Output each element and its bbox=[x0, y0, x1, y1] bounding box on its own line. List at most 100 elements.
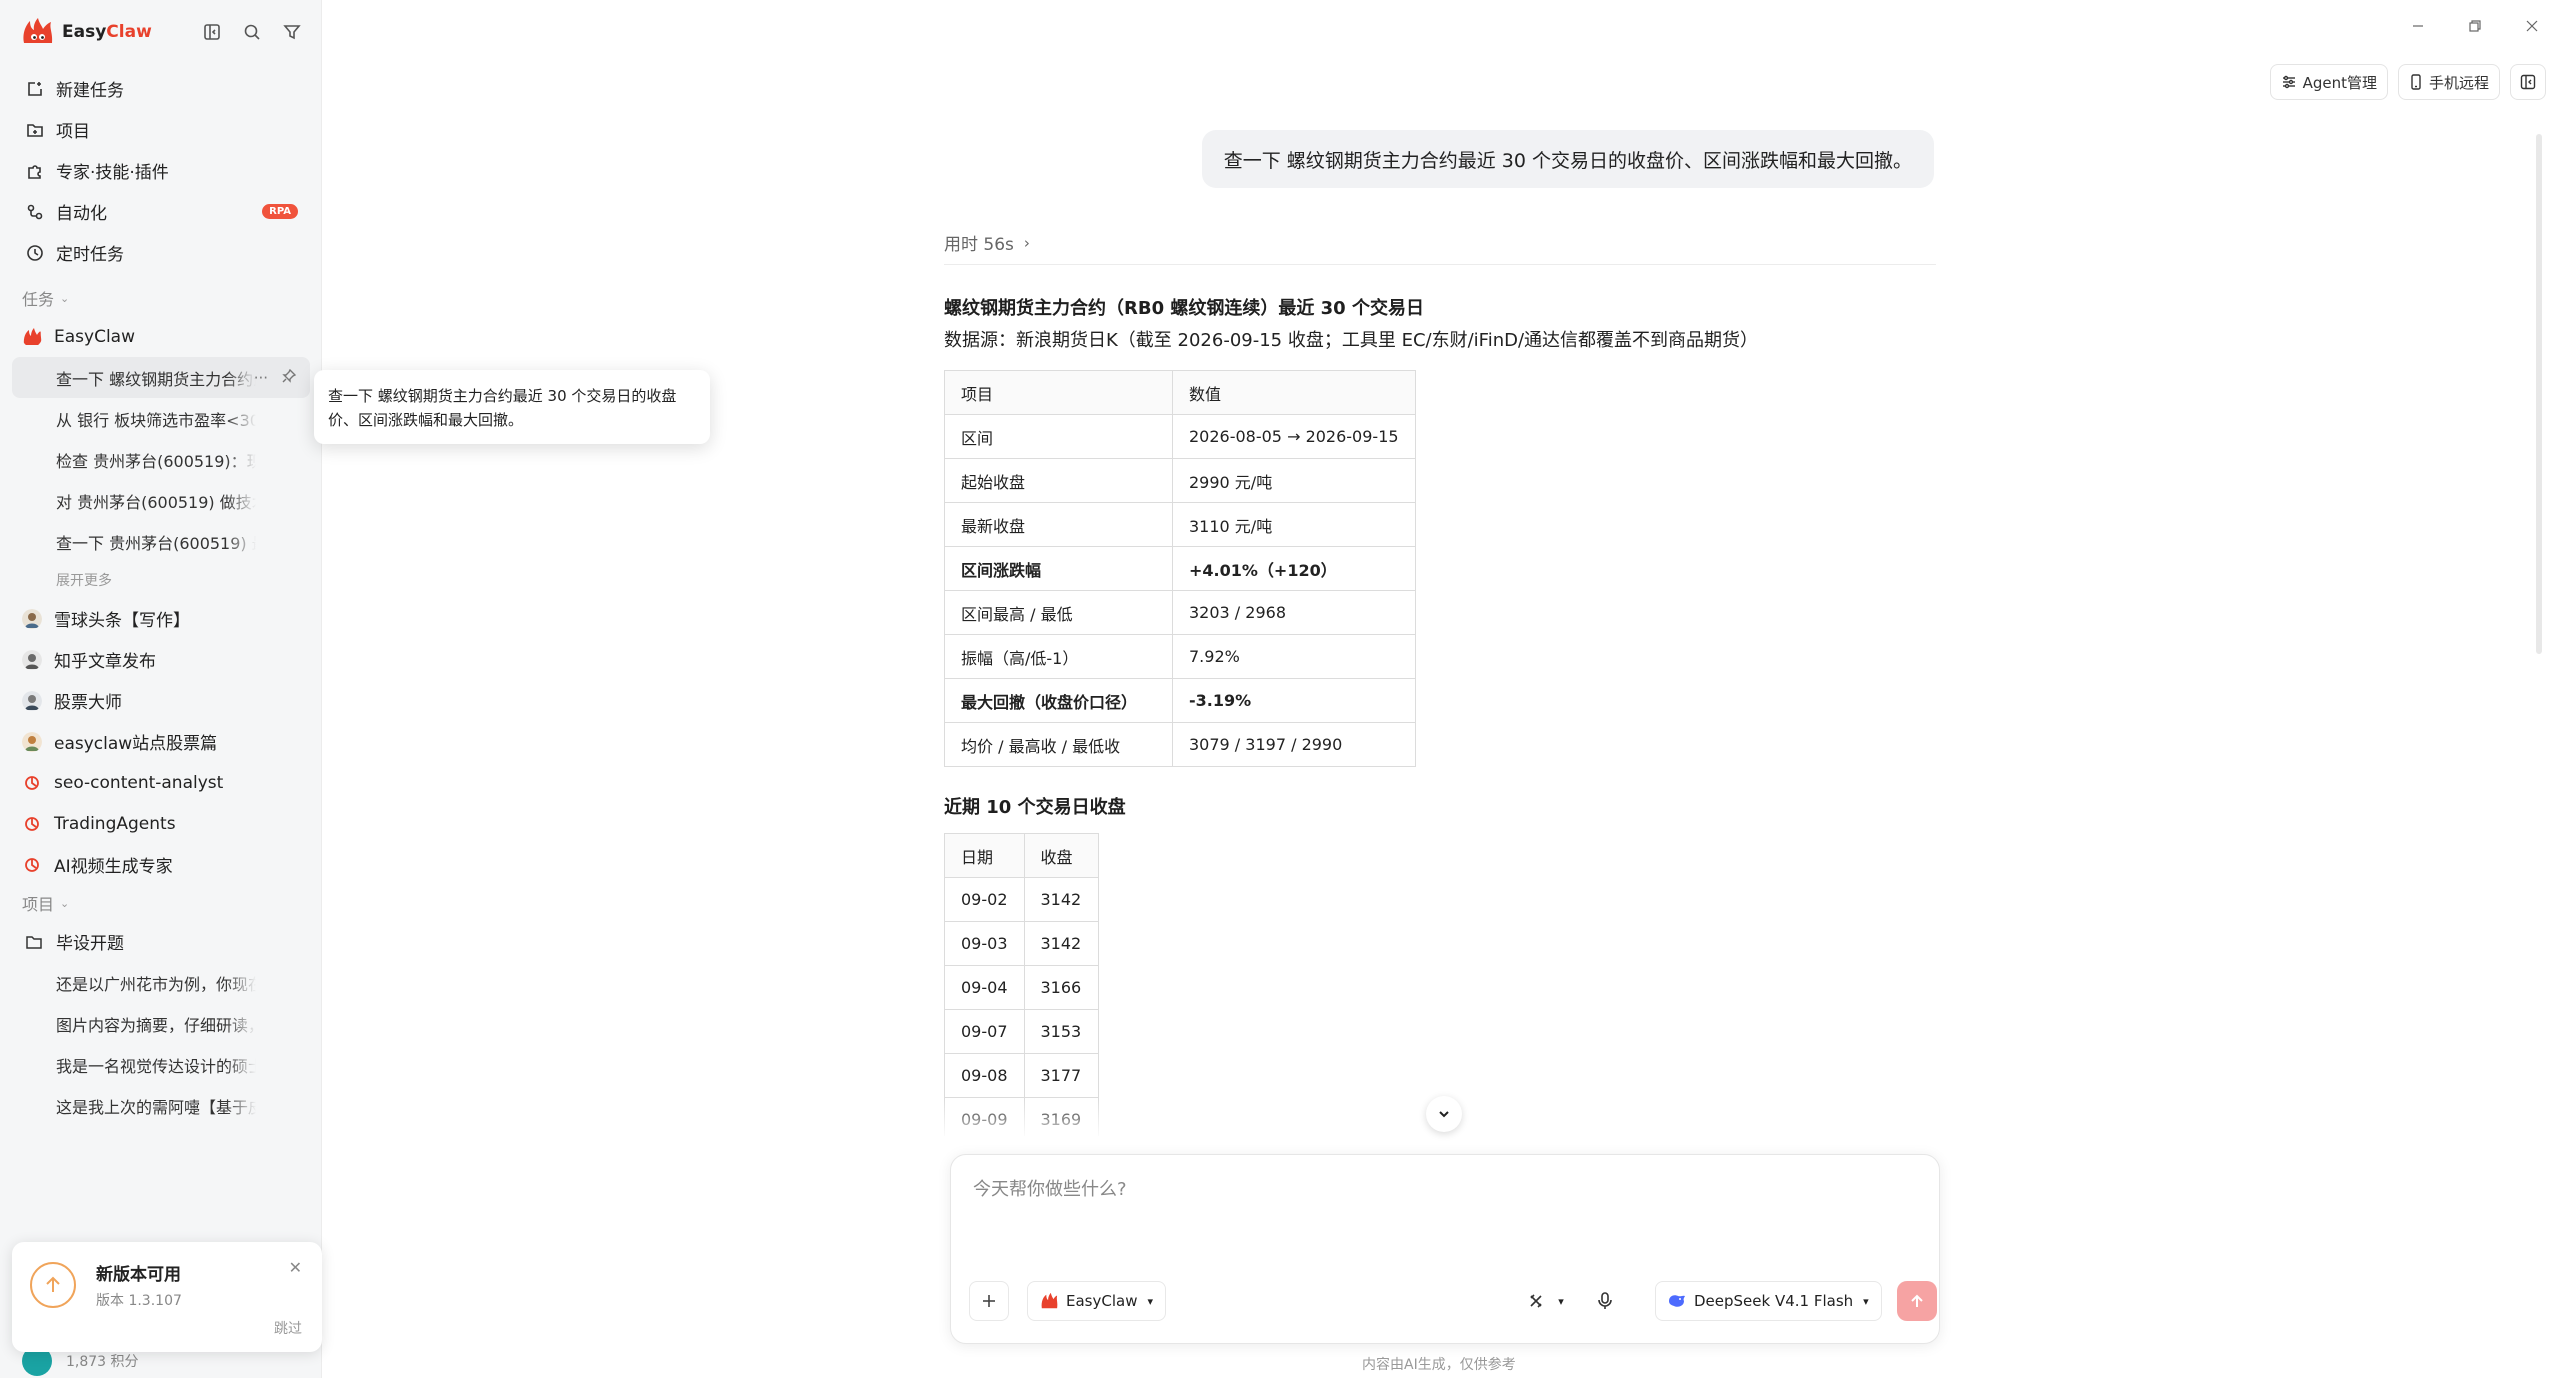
table-header-cell: 数值 bbox=[1172, 370, 1416, 415]
project-folder[interactable]: 毕设开题 bbox=[12, 921, 310, 962]
recent-closes-table: 日期 收盘 09-02 3142 09-03 3142 09-04 3166 0… bbox=[944, 833, 1099, 1136]
task-title: 图片内容为摘要，仔细研读，仿照 bbox=[56, 1015, 256, 1035]
agent-easyclaw[interactable]: EasyClaw bbox=[12, 316, 310, 357]
phone-remote-button[interactable]: 手机远程 bbox=[2397, 64, 2500, 100]
table-cell: 3166 bbox=[1023, 965, 1099, 1010]
chevron-down-icon: ⌄ bbox=[60, 291, 70, 305]
table-row: 09-08 3177 bbox=[944, 1053, 1099, 1098]
table-row: 最新收盘 3110 元/吨 bbox=[944, 502, 1416, 547]
update-version: 版本 1.3.107 bbox=[96, 1293, 182, 1309]
close-icon[interactable]: ✕ bbox=[289, 1258, 302, 1277]
deepseek-logo-icon bbox=[1668, 1293, 1686, 1309]
send-button[interactable] bbox=[1897, 1281, 1937, 1321]
microphone-icon bbox=[1598, 1292, 1612, 1309]
more-icon[interactable]: ··· bbox=[254, 369, 268, 387]
projects-section-toggle[interactable]: 项目 ⌄ bbox=[12, 885, 310, 921]
table-row: 09-07 3153 bbox=[944, 1009, 1099, 1054]
nav-label: 自动化 bbox=[56, 204, 107, 224]
add-attachment-button[interactable] bbox=[969, 1281, 1009, 1321]
chevron-down-icon: ▾ bbox=[1558, 1294, 1564, 1308]
nav-experts[interactable]: 专家·技能·插件 bbox=[12, 150, 310, 191]
person-avatar-icon bbox=[22, 608, 42, 629]
brand[interactable]: EasyClaw bbox=[20, 16, 152, 48]
agent-item[interactable]: AI视频生成专家 bbox=[12, 844, 310, 885]
agent-item[interactable]: seo-content-analyst bbox=[12, 762, 310, 803]
person-avatar-icon bbox=[22, 690, 42, 711]
filter-icon[interactable] bbox=[280, 20, 304, 44]
task-item[interactable]: 对 贵州茅台(600519) 做技术分析 bbox=[12, 480, 310, 521]
table-cell: -3.19% bbox=[1172, 678, 1416, 723]
table-cell: 区间涨跌幅 bbox=[944, 546, 1173, 591]
project-task-item[interactable]: 这是我上次的需阿嚏【基于皮尔斯 bbox=[12, 1085, 310, 1126]
toggle-panel-icon[interactable] bbox=[2510, 64, 2546, 100]
table-row: 均价 / 最高收 / 最低收 3079 / 3197 / 2990 bbox=[944, 722, 1416, 767]
project-name: 毕设开题 bbox=[56, 934, 124, 954]
table-cell: 3142 bbox=[1023, 921, 1099, 966]
table-cell: 09-07 bbox=[944, 1009, 1025, 1054]
sidebar-toolbar bbox=[200, 20, 304, 44]
plus-icon bbox=[983, 1295, 995, 1307]
automation-icon bbox=[24, 201, 46, 223]
button-label: Agent管理 bbox=[2302, 73, 2377, 92]
table-cell: 区间 bbox=[944, 414, 1173, 459]
model-selector[interactable]: DeepSeek V4.1 Flash ▾ bbox=[1655, 1281, 1882, 1321]
assistant-response: 螺纹钢期货主力合约（RB0 螺纹钢连续）最近 30 个交易日 数据源：新浪期货日… bbox=[944, 290, 1944, 1136]
table-cell: 09-04 bbox=[944, 965, 1025, 1010]
message-input[interactable] bbox=[973, 1179, 1913, 1200]
agent-label: easyclaw站点股票篇 bbox=[54, 734, 218, 754]
project-task-item[interactable]: 我是一名视觉传达设计的硕士研究 bbox=[12, 1044, 310, 1085]
show-more-link[interactable]: 展开更多 bbox=[12, 562, 310, 598]
agent-item[interactable]: 知乎文章发布 bbox=[12, 639, 310, 680]
table-cell: 3203 / 2968 bbox=[1172, 590, 1416, 635]
agent-item[interactable]: 股票大师 bbox=[12, 680, 310, 721]
task-item[interactable]: 检查 贵州茅台(600519)：现价是否适合买入 bbox=[12, 439, 310, 480]
agent-management-button[interactable]: Agent管理 bbox=[2269, 64, 2388, 100]
agent-item[interactable]: easyclaw站点股票篇 bbox=[12, 721, 310, 762]
upgrade-arrow-icon bbox=[30, 1262, 76, 1308]
task-item[interactable]: 从 银行 板块筛选市盈率<30、近一年涨幅最大的股票 bbox=[12, 398, 310, 439]
skip-button[interactable]: 跳过 bbox=[274, 1318, 302, 1338]
task-item[interactable]: 查一下 螺纹钢期货主力合约最近 30 个交易日的收盘价、区间涨跌幅和最大回撤。 … bbox=[12, 357, 310, 398]
search-icon[interactable] bbox=[240, 20, 264, 44]
skill-avatar-icon bbox=[22, 855, 42, 875]
nav-new-task[interactable]: 新建任务 bbox=[12, 68, 310, 109]
task-title: 这是我上次的需阿嚏【基于皮尔斯 bbox=[56, 1097, 256, 1117]
sliders-icon bbox=[2281, 74, 2297, 90]
agent-selector[interactable]: EasyClaw ▾ bbox=[1027, 1281, 1166, 1321]
model-selector-label: DeepSeek V4.1 Flash bbox=[1694, 1292, 1854, 1310]
tools-button[interactable]: ▾ bbox=[1511, 1281, 1581, 1321]
agent-item[interactable]: TradingAgents bbox=[12, 803, 310, 844]
nav-scheduled[interactable]: 定时任务 bbox=[12, 232, 310, 273]
agent-item[interactable]: 雪球头条【写作】 bbox=[12, 598, 310, 639]
agent-label: seo-content-analyst bbox=[54, 772, 224, 793]
restore-icon[interactable] bbox=[2446, 12, 2503, 40]
window-controls bbox=[2389, 12, 2560, 40]
agent-selector-label: EasyClaw bbox=[1066, 1292, 1138, 1310]
close-window-icon[interactable] bbox=[2503, 12, 2560, 40]
pin-icon[interactable] bbox=[282, 368, 297, 387]
phone-icon bbox=[2409, 74, 2423, 90]
table-cell: 2026-08-05 → 2026-09-15 bbox=[1172, 414, 1416, 459]
table-row: 09-04 3166 bbox=[944, 965, 1099, 1010]
nav-automation[interactable]: 自动化 RPA bbox=[12, 191, 310, 232]
collapse-sidebar-icon[interactable] bbox=[200, 20, 224, 44]
scroll-down-button[interactable] bbox=[1426, 1096, 1462, 1132]
update-card: 新版本可用 版本 1.3.107 ✕ 跳过 bbox=[12, 1242, 322, 1352]
nav-label: 项目 bbox=[56, 122, 90, 142]
update-title: 新版本可用 bbox=[96, 1265, 181, 1285]
task-title: 我是一名视觉传达设计的硕士研究 bbox=[56, 1056, 256, 1076]
minimize-icon[interactable] bbox=[2389, 12, 2446, 40]
task-item[interactable]: 查一下 贵州茅台(600519) 最近 60 个交易日 bbox=[12, 521, 310, 562]
scrollbar[interactable] bbox=[2536, 134, 2542, 654]
tasks-section-toggle[interactable]: 任务 ⌄ bbox=[12, 280, 310, 316]
easyclaw-avatar-icon bbox=[22, 327, 42, 347]
elapsed-toggle[interactable]: 用时 56s › bbox=[944, 230, 1030, 256]
tasks-section: 任务 ⌄ EasyClaw 查一下 螺纹钢期货主力合约最近 30 个交易日的收盘… bbox=[12, 280, 310, 1126]
arrow-up-icon bbox=[1911, 1294, 1923, 1307]
microphone-button[interactable] bbox=[1587, 1281, 1623, 1321]
nav-projects[interactable]: 项目 bbox=[12, 109, 310, 150]
project-task-item[interactable]: 还是以广州花市为例，你现在要做 bbox=[12, 962, 310, 1003]
task-title: 还是以广州花市为例，你现在要做 bbox=[56, 974, 256, 994]
project-task-item[interactable]: 图片内容为摘要，仔细研读，仿照 bbox=[12, 1003, 310, 1044]
table-cell: 3153 bbox=[1023, 1009, 1099, 1054]
